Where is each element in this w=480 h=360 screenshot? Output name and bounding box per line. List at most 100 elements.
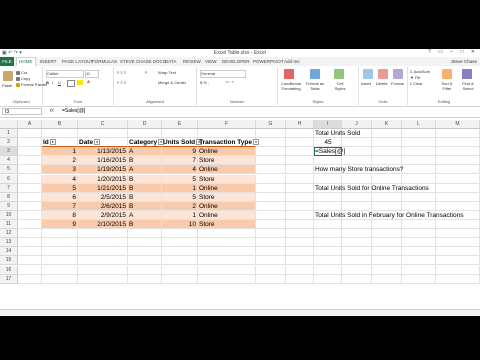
cell-E16[interactable]	[162, 265, 198, 275]
table-cell[interactable]: B	[128, 183, 162, 193]
february-online-units-label[interactable]: Total Units Sold in February for Online …	[314, 211, 463, 220]
tab-home[interactable]: HOME	[16, 57, 36, 66]
cell-I13[interactable]	[314, 238, 342, 248]
cell-K14[interactable]	[372, 247, 402, 257]
cell-H10[interactable]	[286, 210, 314, 220]
table-cell[interactable]: 1/16/2015	[78, 156, 128, 166]
cell-I8[interactable]	[314, 192, 342, 202]
clear-button[interactable]: ◊ Clear	[410, 81, 423, 86]
table-cell[interactable]: Store	[198, 192, 256, 202]
cell-M12[interactable]	[436, 229, 480, 239]
cell-A2[interactable]	[18, 138, 42, 148]
table-cell[interactable]: 3	[42, 165, 78, 175]
table-cell[interactable]: Online	[198, 165, 256, 175]
cell-G12[interactable]	[256, 229, 286, 239]
tab-powerpivot[interactable]: POWERPIVOT	[253, 59, 284, 64]
conditional-formatting-button[interactable]: Conditional Formatting	[279, 81, 303, 91]
table-cell[interactable]: 9	[42, 220, 78, 230]
delete-cells-icon[interactable]	[378, 69, 388, 79]
table-cell[interactable]: 10	[162, 220, 198, 230]
column-header[interactable]: I	[314, 120, 342, 129]
format-cells-icon[interactable]	[393, 69, 403, 79]
table-cell[interactable]: B	[128, 220, 162, 230]
cell-H8[interactable]	[286, 192, 314, 202]
cell-G8[interactable]	[256, 192, 286, 202]
row-header[interactable]: 3	[0, 147, 18, 157]
table-cell[interactable]: 4	[42, 174, 78, 184]
table-cell[interactable]: B	[128, 192, 162, 202]
cell-M5[interactable]	[436, 165, 480, 175]
cell-J3[interactable]	[342, 147, 372, 157]
cell-A12[interactable]	[18, 229, 42, 239]
align-left-icon[interactable]: ≡ ≡ ≡	[117, 80, 126, 85]
cell-C2[interactable]: Date ▾	[78, 138, 128, 148]
cell-G2[interactable]	[256, 138, 286, 148]
cell-J4[interactable]	[342, 156, 372, 166]
cell-C15[interactable]	[78, 256, 128, 266]
row-header[interactable]: 4	[0, 156, 18, 166]
row-header[interactable]: 12	[0, 229, 18, 239]
cell-G10[interactable]	[256, 210, 286, 220]
table-cell[interactable]: Online	[198, 201, 256, 211]
online-units-label[interactable]: Total Units Sold for Online Transactions	[314, 184, 429, 193]
cell-A14[interactable]	[18, 247, 42, 257]
cell-I17[interactable]	[314, 274, 342, 284]
table-cell[interactable]: A	[128, 147, 162, 157]
table-cell[interactable]: A	[128, 210, 162, 220]
cell-D1[interactable]	[128, 129, 162, 139]
cell-J16[interactable]	[342, 265, 372, 275]
table-cell[interactable]: Online	[198, 210, 256, 220]
table-cell[interactable]: Store	[198, 174, 256, 184]
cell-J15[interactable]	[342, 256, 372, 266]
cell-J14[interactable]	[342, 247, 372, 257]
cell-I11[interactable]	[314, 220, 342, 230]
row-header[interactable]: 13	[0, 238, 18, 248]
paste-button[interactable]: Paste	[2, 83, 12, 88]
cell-H13[interactable]	[286, 238, 314, 248]
font-color-icon[interactable]: A	[87, 79, 90, 84]
row-header[interactable]: 17	[0, 274, 18, 284]
cell-A8[interactable]	[18, 192, 42, 202]
format-as-table-button[interactable]: Format as Table	[305, 81, 325, 91]
cell-K8[interactable]	[372, 192, 402, 202]
cell-A13[interactable]	[18, 238, 42, 248]
table-cell[interactable]: 1/20/2015	[78, 174, 128, 184]
cell-J17[interactable]	[342, 274, 372, 284]
fill-button[interactable]: ▼ Fill	[410, 75, 420, 80]
column-header[interactable]: J	[342, 120, 372, 129]
table-cell[interactable]: 5	[42, 183, 78, 193]
tab-file[interactable]: FILE	[0, 57, 14, 66]
cell-K2[interactable]	[372, 138, 402, 148]
cell-L8[interactable]	[402, 192, 436, 202]
table-cell[interactable]: 1	[42, 147, 78, 157]
cell-L4[interactable]	[402, 156, 436, 166]
table-cell[interactable]: 2/9/2015	[78, 210, 128, 220]
cell-H15[interactable]	[286, 256, 314, 266]
fx-icon[interactable]: fx	[50, 108, 54, 114]
cell-K15[interactable]	[372, 256, 402, 266]
cell-A5[interactable]	[18, 165, 42, 175]
copy-button[interactable]: Copy	[16, 76, 30, 81]
cell-L5[interactable]	[402, 165, 436, 175]
cell-A16[interactable]	[18, 265, 42, 275]
cell-G14[interactable]	[256, 247, 286, 257]
bold-button[interactable]: B	[46, 80, 49, 85]
cell-C12[interactable]	[78, 229, 128, 239]
cell-E13[interactable]	[162, 238, 198, 248]
cell-G1[interactable]	[256, 129, 286, 139]
cell-D17[interactable]	[128, 274, 162, 284]
accounting-format-icon[interactable]: $ % ,	[200, 80, 209, 85]
cell-G3[interactable]	[256, 147, 286, 157]
cell-I16[interactable]	[314, 265, 342, 275]
tab-data[interactable]: DATA	[165, 59, 176, 64]
cell-C14[interactable]	[78, 247, 128, 257]
cell-M17[interactable]	[436, 274, 480, 284]
italic-button[interactable]: I	[52, 80, 53, 85]
cell-L12[interactable]	[402, 229, 436, 239]
row-header[interactable]: 5	[0, 165, 18, 175]
orientation-icon[interactable]: ↗	[144, 70, 147, 75]
column-header[interactable]: D	[128, 120, 162, 129]
column-header[interactable]: K	[372, 120, 402, 129]
cell-B2[interactable]: Id ▾	[42, 138, 78, 148]
cell-M3[interactable]	[436, 147, 480, 157]
